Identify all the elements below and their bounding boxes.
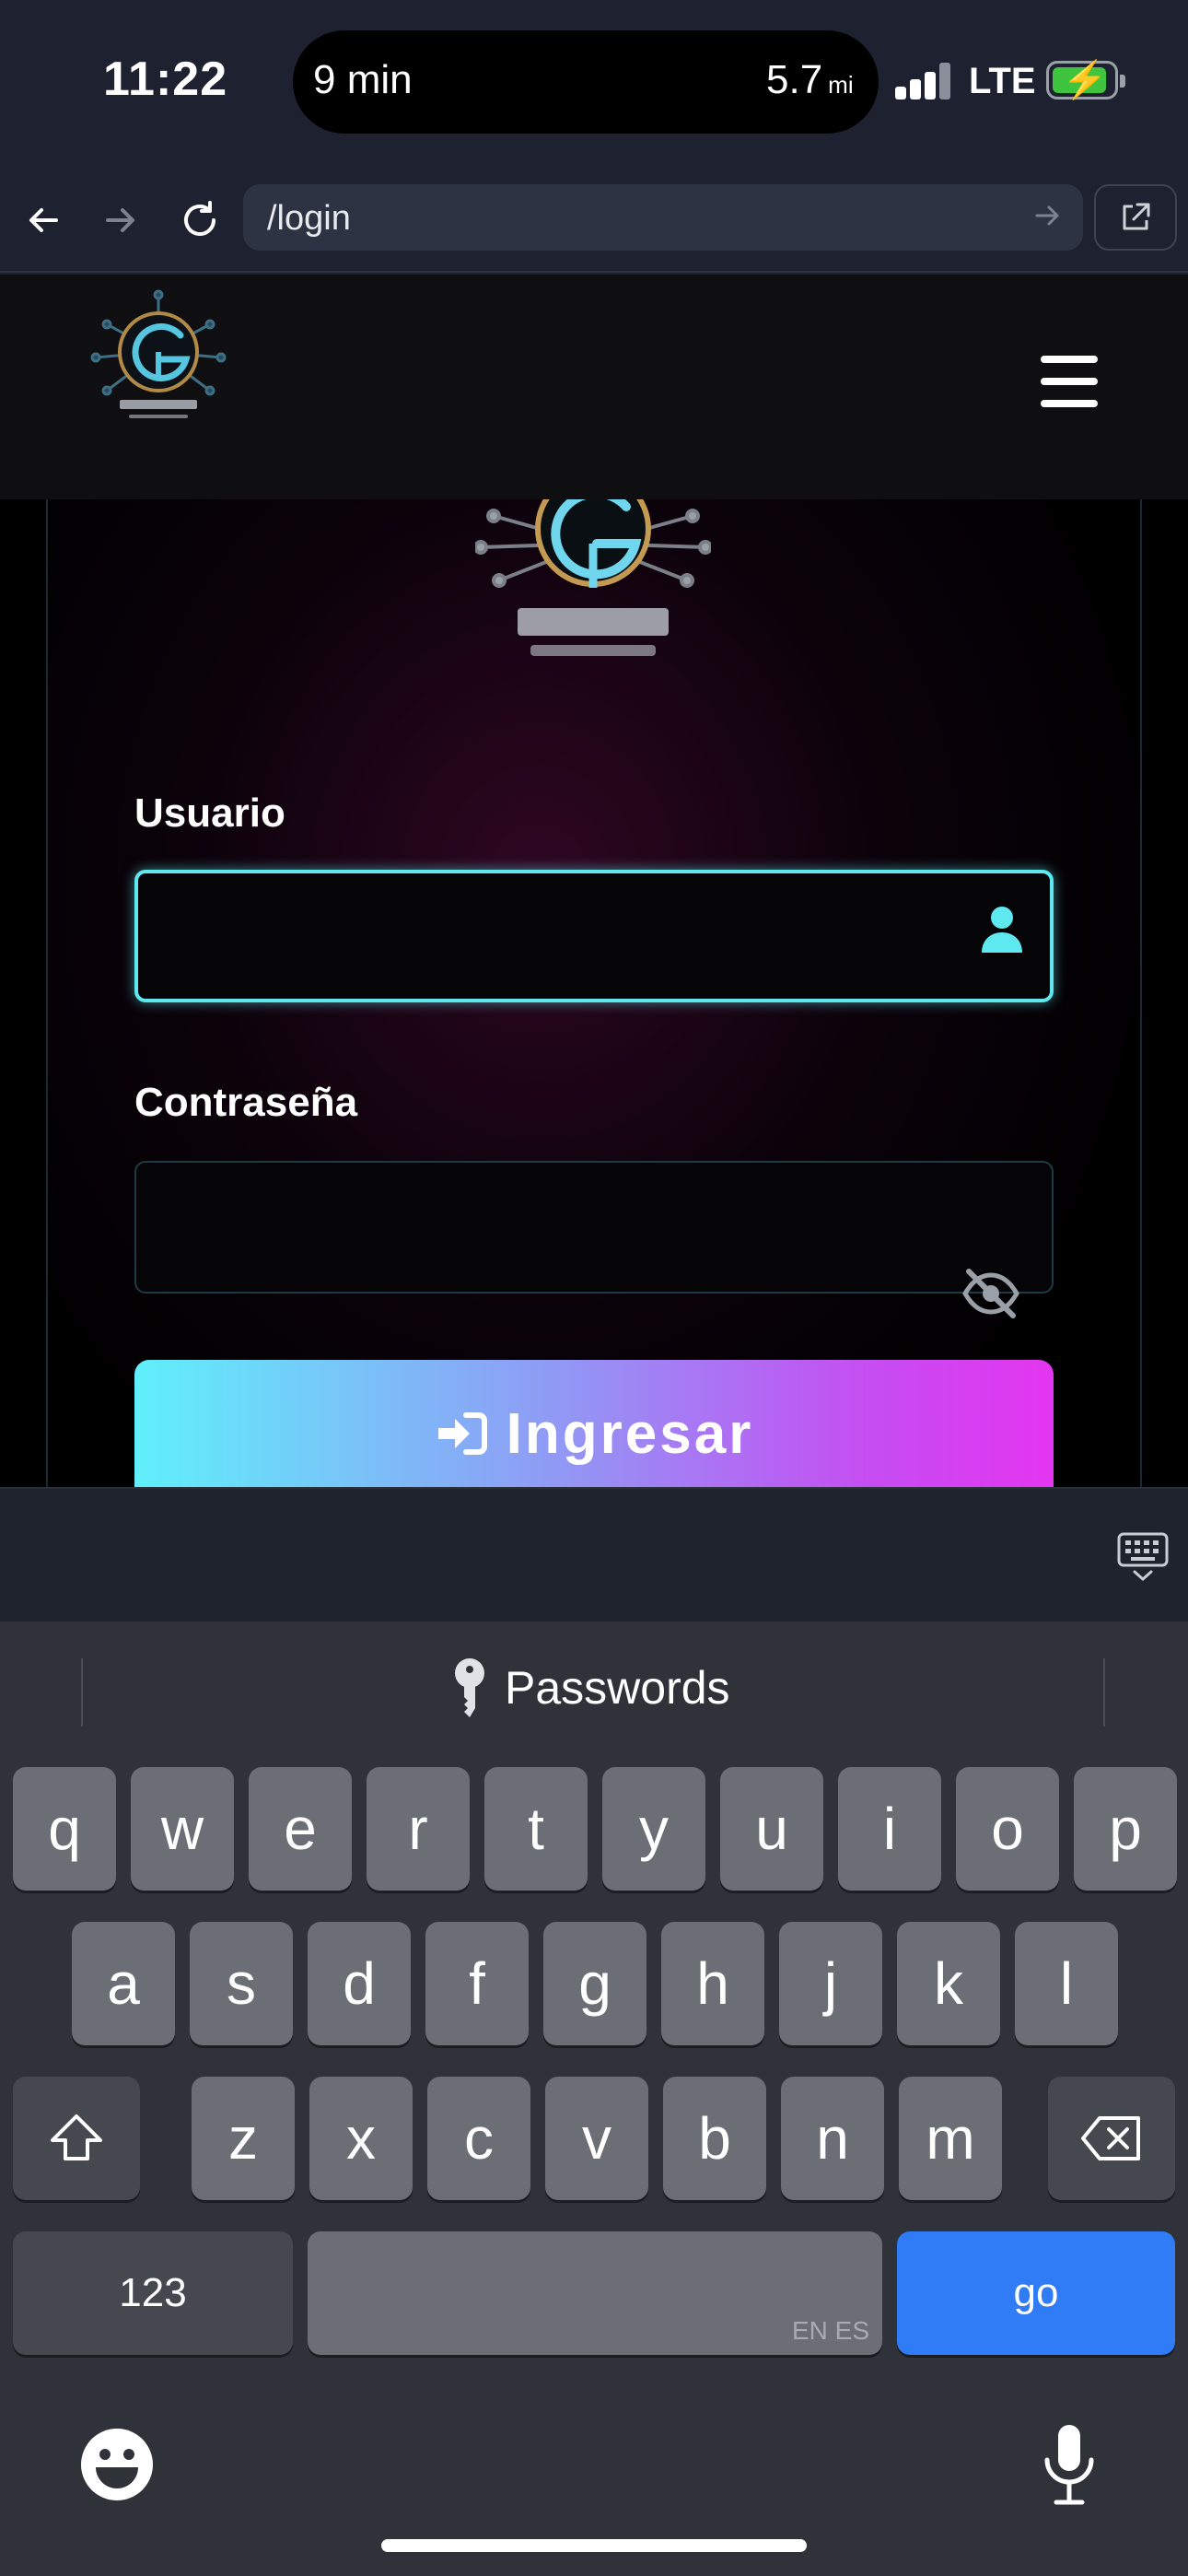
key-g[interactable]: g (543, 1922, 646, 2045)
key-q[interactable]: q (13, 1767, 116, 1891)
space-language-hint: EN ES (791, 2316, 869, 2345)
status-bar: 11:22 9 min 5.7 mi LTE ⚡ (0, 0, 1188, 166)
key-v[interactable]: v (545, 2077, 648, 2200)
key-m[interactable]: m (899, 2077, 1002, 2200)
navigation-eta: 9 min (313, 57, 413, 102)
back-arrow-icon[interactable] (18, 195, 68, 245)
battery-charging-icon: ⚡ (1046, 61, 1125, 100)
microphone-icon[interactable] (1042, 2423, 1096, 2506)
url-text: /login (267, 199, 351, 238)
key-h[interactable]: h (661, 1922, 764, 2045)
user-icon (982, 907, 1022, 953)
backspace-icon (1081, 2116, 1140, 2160)
genesis-logo-header[interactable] (88, 287, 228, 435)
key-c[interactable]: c (427, 2077, 530, 2200)
key-w[interactable]: w (131, 1767, 234, 1891)
sign-in-icon (437, 1412, 487, 1455)
key-u[interactable]: u (720, 1767, 823, 1891)
emoji-icon[interactable] (79, 2427, 155, 2502)
key-j[interactable]: j (779, 1922, 882, 2045)
open-external-icon[interactable] (1094, 184, 1177, 251)
keyboard-suggestion-bar: Passwords (0, 1622, 1188, 1760)
status-time: 11:22 (103, 53, 228, 106)
key-p[interactable]: p (1074, 1767, 1177, 1891)
key-o[interactable]: o (956, 1767, 1059, 1891)
address-bar[interactable]: /login (243, 184, 1083, 251)
key-d[interactable]: d (308, 1922, 411, 2045)
key-t[interactable]: t (484, 1767, 588, 1891)
login-submit-label: Ingresar (506, 1401, 754, 1466)
key-s[interactable]: s (190, 1922, 293, 2045)
menu-hamburger-icon[interactable] (1041, 356, 1098, 407)
password-input[interactable] (134, 1161, 1054, 1294)
key-z[interactable]: z (192, 2077, 295, 2200)
home-indicator[interactable] (381, 2539, 807, 2552)
forward-arrow-icon[interactable] (96, 195, 146, 245)
login-page: Usuario Contraseña Ingresar (0, 275, 1188, 1487)
software-keyboard: Passwords qwertyuiop asdfghjkl zxcvbnm 1… (0, 1622, 1188, 2576)
space-key[interactable]: EN ES (308, 2231, 882, 2355)
shift-arrow-icon (51, 2114, 102, 2160)
login-submit-button[interactable]: Ingresar (134, 1360, 1054, 1487)
keyboard-dismiss-icon[interactable] (1116, 1531, 1170, 1583)
key-n[interactable]: n (781, 2077, 884, 2200)
keyboard-accessory-bar (0, 1487, 1188, 1622)
site-header (0, 275, 1188, 499)
navigation-distance: 5.7 mi (766, 57, 854, 102)
key-k[interactable]: k (897, 1922, 1000, 2045)
network-type: LTE (969, 61, 1036, 101)
go-key[interactable]: go (897, 2231, 1175, 2355)
key-f[interactable]: f (425, 1922, 529, 2045)
genesis-logo (475, 488, 711, 656)
key-icon (455, 1658, 484, 1717)
key-a[interactable]: a (72, 1922, 175, 2045)
signal-icon (895, 63, 952, 100)
key-i[interactable]: i (838, 1767, 941, 1891)
key-l[interactable]: l (1015, 1922, 1118, 2045)
username-input[interactable] (134, 870, 1054, 1002)
key-y[interactable]: y (602, 1767, 705, 1891)
key-r[interactable]: r (367, 1767, 470, 1891)
passwords-suggestion[interactable]: Passwords (451, 1657, 730, 1719)
key-x[interactable]: x (309, 2077, 413, 2200)
backspace-key[interactable] (1048, 2077, 1175, 2200)
numbers-key[interactable]: 123 (13, 2231, 293, 2355)
reload-icon[interactable] (175, 195, 225, 245)
url-go-arrow-icon[interactable] (1030, 197, 1066, 239)
key-e[interactable]: e (249, 1767, 352, 1891)
password-label: Contraseña (134, 1080, 358, 1125)
shift-key[interactable] (13, 2077, 140, 2200)
hide-password-eye-icon[interactable] (961, 1268, 1020, 1319)
key-b[interactable]: b (663, 2077, 766, 2200)
username-label: Usuario (134, 790, 285, 836)
